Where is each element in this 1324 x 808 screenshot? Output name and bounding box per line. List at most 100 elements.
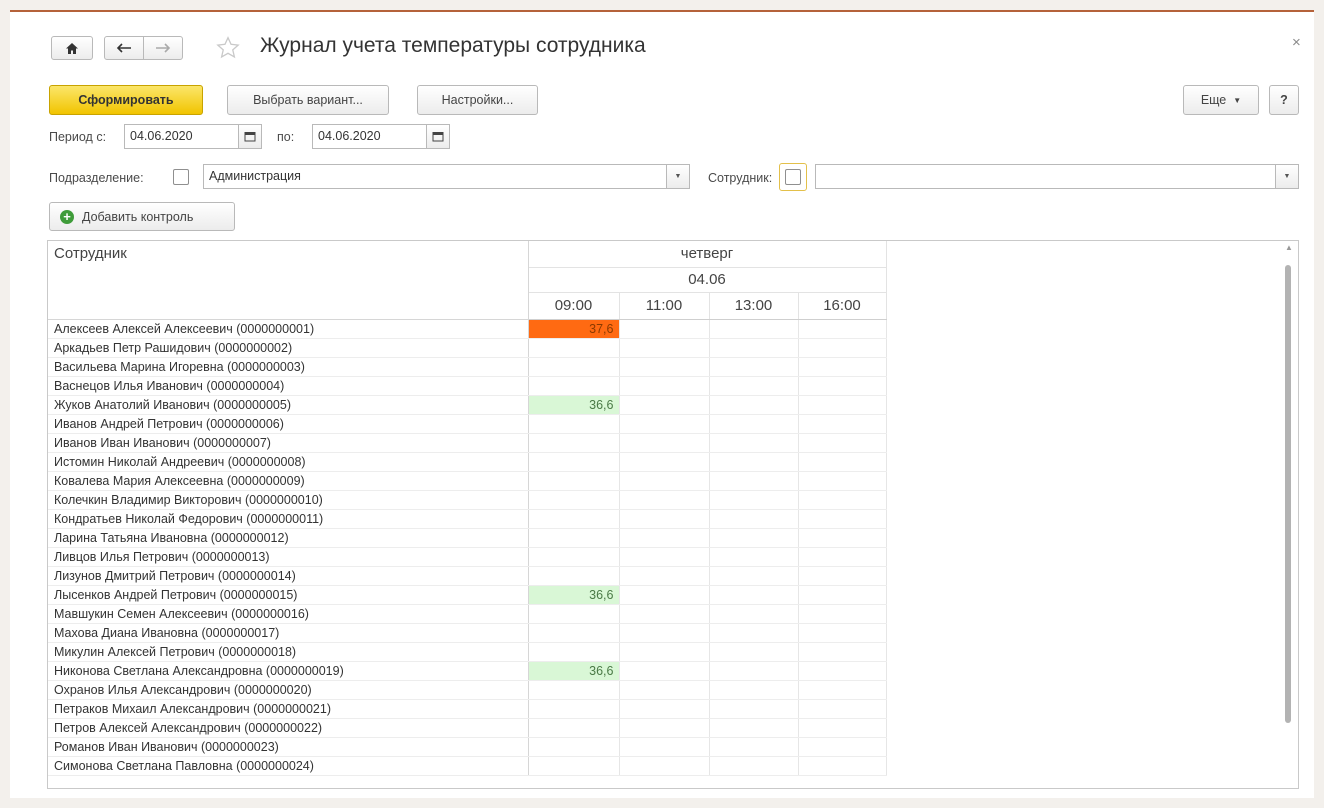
- temperature-cell-0900[interactable]: [528, 414, 620, 434]
- add-control-button[interactable]: + Добавить контроль: [49, 202, 235, 231]
- table-row[interactable]: Петраков Михаил Александрович (000000002…: [48, 699, 887, 719]
- temperature-cell-0900[interactable]: [528, 756, 620, 776]
- temperature-cell[interactable]: [798, 338, 887, 358]
- temperature-cell-0900[interactable]: 37,6: [528, 319, 620, 339]
- table-row[interactable]: Жуков Анатолий Иванович (0000000005) 36,6: [48, 395, 887, 415]
- temperature-cell-0900[interactable]: [528, 566, 620, 586]
- temperature-cell[interactable]: [709, 661, 799, 681]
- temperature-cell[interactable]: [798, 756, 887, 776]
- temperature-cell-0900[interactable]: [528, 452, 620, 472]
- temperature-cell[interactable]: [619, 623, 710, 643]
- temperature-cell[interactable]: [798, 433, 887, 453]
- temperature-cell[interactable]: [619, 699, 710, 719]
- temperature-cell-0900[interactable]: [528, 376, 620, 396]
- department-select[interactable]: Администрация ▼: [203, 164, 690, 189]
- employee-name-cell[interactable]: Петраков Михаил Александрович (000000002…: [48, 699, 529, 719]
- temperature-cell-0900[interactable]: 36,6: [528, 661, 620, 681]
- temperature-cell-0900[interactable]: [528, 604, 620, 624]
- employee-name-cell[interactable]: Колечкин Владимир Викторович (0000000010…: [48, 490, 529, 510]
- calendar-button[interactable]: [426, 125, 449, 148]
- department-checkbox[interactable]: [173, 169, 189, 185]
- settings-button[interactable]: Настройки...: [417, 85, 538, 115]
- table-row[interactable]: Симонова Светлана Павловна (0000000024): [48, 756, 887, 776]
- temperature-cell[interactable]: [619, 604, 710, 624]
- table-row[interactable]: Петров Алексей Александрович (0000000022…: [48, 718, 887, 738]
- temperature-cell-0900[interactable]: [528, 433, 620, 453]
- temperature-cell-0900[interactable]: [528, 547, 620, 567]
- temperature-cell[interactable]: [798, 414, 887, 434]
- temperature-cell[interactable]: [619, 756, 710, 776]
- temperature-cell[interactable]: [709, 547, 799, 567]
- temperature-cell[interactable]: [798, 547, 887, 567]
- temperature-cell[interactable]: [798, 376, 887, 396]
- table-row[interactable]: Махова Диана Ивановна (0000000017): [48, 623, 887, 643]
- close-icon[interactable]: ×: [1292, 34, 1301, 51]
- temperature-cell[interactable]: [619, 528, 710, 548]
- employee-name-cell[interactable]: Лысенков Андрей Петрович (0000000015): [48, 585, 529, 605]
- department-dropdown-button[interactable]: ▼: [666, 165, 689, 188]
- table-row[interactable]: Лизунов Дмитрий Петрович (0000000014): [48, 566, 887, 586]
- scrollbar-thumb[interactable]: [1285, 265, 1291, 723]
- temperature-cell[interactable]: [709, 414, 799, 434]
- temperature-cell-0900[interactable]: [528, 357, 620, 377]
- temperature-cell[interactable]: [709, 699, 799, 719]
- table-row[interactable]: Мавшукин Семен Алексеевич (0000000016): [48, 604, 887, 624]
- employee-dropdown-button[interactable]: ▼: [1275, 165, 1298, 188]
- help-button[interactable]: ?: [1269, 85, 1299, 115]
- temperature-cell[interactable]: [619, 357, 710, 377]
- temperature-cell[interactable]: [619, 490, 710, 510]
- temperature-cell[interactable]: [798, 319, 887, 339]
- temperature-cell-0900[interactable]: [528, 680, 620, 700]
- temperature-cell-0900[interactable]: [528, 737, 620, 757]
- temperature-cell[interactable]: [798, 395, 887, 415]
- employee-name-cell[interactable]: Васнецов Илья Иванович (0000000004): [48, 376, 529, 396]
- employee-name-cell[interactable]: Жуков Анатолий Иванович (0000000005): [48, 395, 529, 415]
- temperature-cell-0900[interactable]: 36,6: [528, 395, 620, 415]
- table-row[interactable]: Аркадьев Петр Рашидович (0000000002): [48, 338, 887, 358]
- period-from-field[interactable]: 04.06.2020: [124, 124, 262, 149]
- employee-name-cell[interactable]: Мавшукин Семен Алексеевич (0000000016): [48, 604, 529, 624]
- temperature-cell[interactable]: [619, 433, 710, 453]
- temperature-cell[interactable]: [709, 718, 799, 738]
- period-to-field[interactable]: 04.06.2020: [312, 124, 450, 149]
- table-row[interactable]: Истомин Николай Андреевич (0000000008): [48, 452, 887, 472]
- temperature-cell-0900[interactable]: [528, 528, 620, 548]
- table-row[interactable]: Ливцов Илья Петрович (0000000013): [48, 547, 887, 567]
- employee-name-cell[interactable]: Петров Алексей Александрович (0000000022…: [48, 718, 529, 738]
- temperature-cell[interactable]: [798, 452, 887, 472]
- temperature-cell[interactable]: [619, 642, 710, 662]
- table-row[interactable]: Ларина Татьяна Ивановна (0000000012): [48, 528, 887, 548]
- temperature-cell[interactable]: [619, 319, 710, 339]
- temperature-cell[interactable]: [619, 585, 710, 605]
- temperature-cell-0900[interactable]: 36,6: [528, 585, 620, 605]
- temperature-cell[interactable]: [619, 547, 710, 567]
- temperature-cell[interactable]: [619, 661, 710, 681]
- temperature-cell[interactable]: [619, 566, 710, 586]
- temperature-cell[interactable]: [709, 357, 799, 377]
- temperature-cell[interactable]: [619, 395, 710, 415]
- temperature-cell[interactable]: [619, 376, 710, 396]
- temperature-cell[interactable]: [798, 585, 887, 605]
- temperature-cell[interactable]: [709, 509, 799, 529]
- temperature-cell[interactable]: [619, 718, 710, 738]
- temperature-cell[interactable]: [619, 737, 710, 757]
- table-row[interactable]: Лысенков Андрей Петрович (0000000015) 36,…: [48, 585, 887, 605]
- employee-name-cell[interactable]: Микулин Алексей Петрович (0000000018): [48, 642, 529, 662]
- employee-name-cell[interactable]: Ковалева Мария Алексеевна (0000000009): [48, 471, 529, 491]
- temperature-cell[interactable]: [709, 604, 799, 624]
- temperature-cell-0900[interactable]: [528, 471, 620, 491]
- favorite-star-icon[interactable]: [215, 35, 241, 61]
- temperature-cell[interactable]: [709, 395, 799, 415]
- temperature-cell[interactable]: [619, 509, 710, 529]
- temperature-cell-0900[interactable]: [528, 699, 620, 719]
- temperature-cell[interactable]: [798, 471, 887, 491]
- forward-button[interactable]: [143, 36, 183, 60]
- table-row[interactable]: Охранов Илья Александрович (0000000020): [48, 680, 887, 700]
- temperature-cell[interactable]: [798, 680, 887, 700]
- employee-select[interactable]: ▼: [815, 164, 1299, 189]
- temperature-cell[interactable]: [709, 680, 799, 700]
- vertical-scrollbar[interactable]: ▲: [1284, 243, 1293, 787]
- employee-name-cell[interactable]: Махова Диана Ивановна (0000000017): [48, 623, 529, 643]
- table-row[interactable]: Колечкин Владимир Викторович (0000000010…: [48, 490, 887, 510]
- temperature-cell[interactable]: [619, 338, 710, 358]
